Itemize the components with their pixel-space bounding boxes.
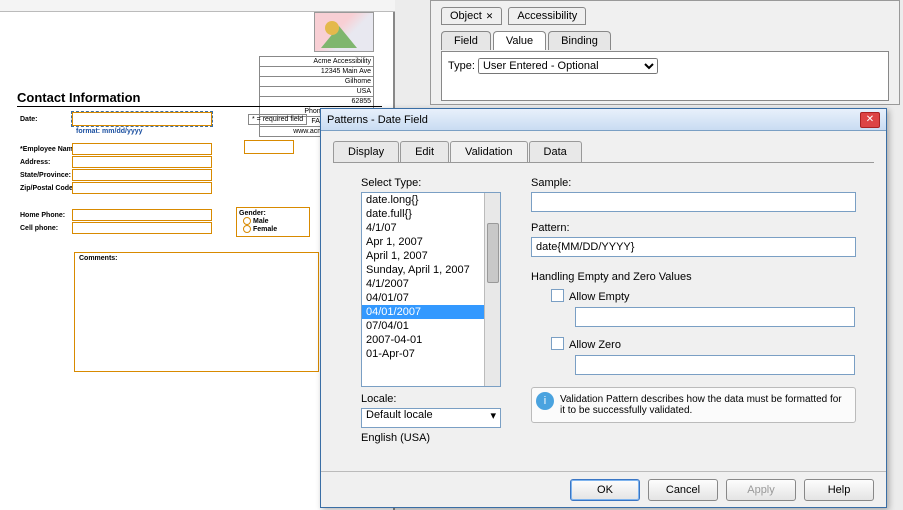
- logo-image: [314, 12, 374, 52]
- tab-object[interactable]: Object✕: [441, 7, 502, 25]
- date-format-hint: format: mm/dd/yyyy: [76, 128, 143, 135]
- addr-line: 12345 Main Ave: [259, 67, 374, 77]
- homephone-label: Home Phone:: [20, 212, 65, 219]
- cellphone-label: Cell phone:: [20, 225, 58, 232]
- select-type-list[interactable]: date.long{} date.full{} 4/1/07 Apr 1, 20…: [361, 192, 501, 387]
- allow-zero-label: Allow Zero: [569, 339, 621, 351]
- close-icon[interactable]: ✕: [486, 11, 494, 21]
- allow-zero-checkbox[interactable]: [551, 337, 564, 350]
- pattern-input[interactable]: [531, 237, 856, 257]
- list-item[interactable]: 2007-04-01: [362, 333, 500, 347]
- comments-label: Comments:: [79, 255, 118, 262]
- gender-label: Gender:: [239, 210, 266, 217]
- subtab-field[interactable]: Field: [441, 31, 491, 50]
- addr-line: Acme Accessibility: [259, 56, 374, 67]
- comments-field[interactable]: Comments:: [74, 252, 319, 372]
- tab-accessibility[interactable]: Accessibility: [508, 7, 586, 25]
- allow-zero-input[interactable]: [575, 355, 855, 375]
- subtab-value[interactable]: Value: [493, 31, 546, 50]
- select-type-label: Select Type:: [361, 177, 501, 189]
- list-item[interactable]: 4/1/2007: [362, 277, 500, 291]
- tab-data[interactable]: Data: [529, 141, 582, 162]
- tab-validation[interactable]: Validation: [450, 141, 528, 162]
- list-item[interactable]: date.full{}: [362, 207, 500, 221]
- list-item[interactable]: April 1, 2007: [362, 249, 500, 263]
- info-note: i Validation Pattern describes how the d…: [531, 387, 856, 423]
- subtab-binding[interactable]: Binding: [548, 31, 611, 50]
- help-button[interactable]: Help: [804, 479, 874, 501]
- state-label: State/Province:: [20, 172, 71, 179]
- list-item[interactable]: Sunday, April 1, 2007: [362, 263, 500, 277]
- apply-button[interactable]: Apply: [726, 479, 796, 501]
- locale-label: Locale:: [361, 393, 501, 405]
- male-radio[interactable]: [243, 217, 251, 225]
- state-field[interactable]: [72, 169, 212, 181]
- cellphone-field[interactable]: [72, 222, 212, 234]
- pattern-label: Pattern:: [531, 222, 856, 234]
- handling-label: Handling Empty and Zero Values: [531, 271, 856, 283]
- type-select[interactable]: User Entered - Optional: [478, 58, 658, 74]
- ok-button[interactable]: OK: [570, 479, 640, 501]
- male-label: Male: [253, 218, 269, 225]
- allow-empty-input[interactable]: [575, 307, 855, 327]
- info-icon: i: [536, 392, 554, 410]
- ruler: [0, 0, 395, 12]
- addr-line: USA: [259, 87, 374, 97]
- address-label: Address:: [20, 159, 50, 166]
- type-label: Type:: [448, 60, 475, 72]
- sample-input[interactable]: [531, 192, 856, 212]
- list-item[interactable]: 4/1/07: [362, 221, 500, 235]
- close-button[interactable]: ✕: [860, 112, 880, 128]
- addr-line: Gilhome: [259, 77, 374, 87]
- dialog-titlebar[interactable]: Patterns - Date Field ✕: [321, 109, 886, 131]
- employee-field[interactable]: [72, 143, 212, 155]
- scrollbar[interactable]: [484, 193, 500, 386]
- section-title: Contact Information: [17, 90, 141, 105]
- allow-empty-label: Allow Empty: [569, 291, 630, 303]
- locale-select[interactable]: Default locale: [361, 408, 501, 428]
- list-item[interactable]: date.long{}: [362, 193, 500, 207]
- list-item[interactable]: 07/04/01: [362, 319, 500, 333]
- panel-body: Type: User Entered - Optional: [441, 51, 889, 101]
- locale-resolved: English (USA): [361, 432, 501, 444]
- tab-edit[interactable]: Edit: [400, 141, 449, 162]
- date-label: Date:: [20, 116, 38, 123]
- list-item[interactable]: 01-Apr-07: [362, 347, 500, 361]
- patterns-dialog: Patterns - Date Field ✕ Display Edit Val…: [320, 108, 887, 508]
- gender-group: Gender: Male Female: [236, 207, 310, 237]
- note-text: Validation Pattern describes how the dat…: [560, 394, 842, 416]
- female-label: Female: [253, 226, 277, 233]
- female-radio[interactable]: [243, 225, 251, 233]
- sample-label: Sample:: [531, 177, 856, 189]
- list-item[interactable]: Apr 1, 2007: [362, 235, 500, 249]
- date-field[interactable]: [72, 112, 212, 126]
- dialog-title: Patterns - Date Field: [327, 114, 428, 126]
- scroll-thumb[interactable]: [487, 223, 499, 283]
- address-field[interactable]: [72, 156, 212, 168]
- aux-field[interactable]: [244, 140, 294, 154]
- homephone-field[interactable]: [72, 209, 212, 221]
- list-item[interactable]: 04/01/07: [362, 291, 500, 305]
- required-legend: * = required field: [248, 114, 307, 125]
- object-panel: Object✕ Accessibility Field Value Bindin…: [430, 0, 900, 105]
- tab-display[interactable]: Display: [333, 141, 399, 162]
- list-item[interactable]: 04/01/2007: [362, 305, 500, 319]
- zip-field[interactable]: [72, 182, 212, 194]
- section-rule: [17, 106, 382, 107]
- allow-empty-checkbox[interactable]: [551, 289, 564, 302]
- cancel-button[interactable]: Cancel: [648, 479, 718, 501]
- employee-label: *Employee Name:: [20, 146, 79, 153]
- zip-label: Zip/Postal Code:: [20, 185, 75, 192]
